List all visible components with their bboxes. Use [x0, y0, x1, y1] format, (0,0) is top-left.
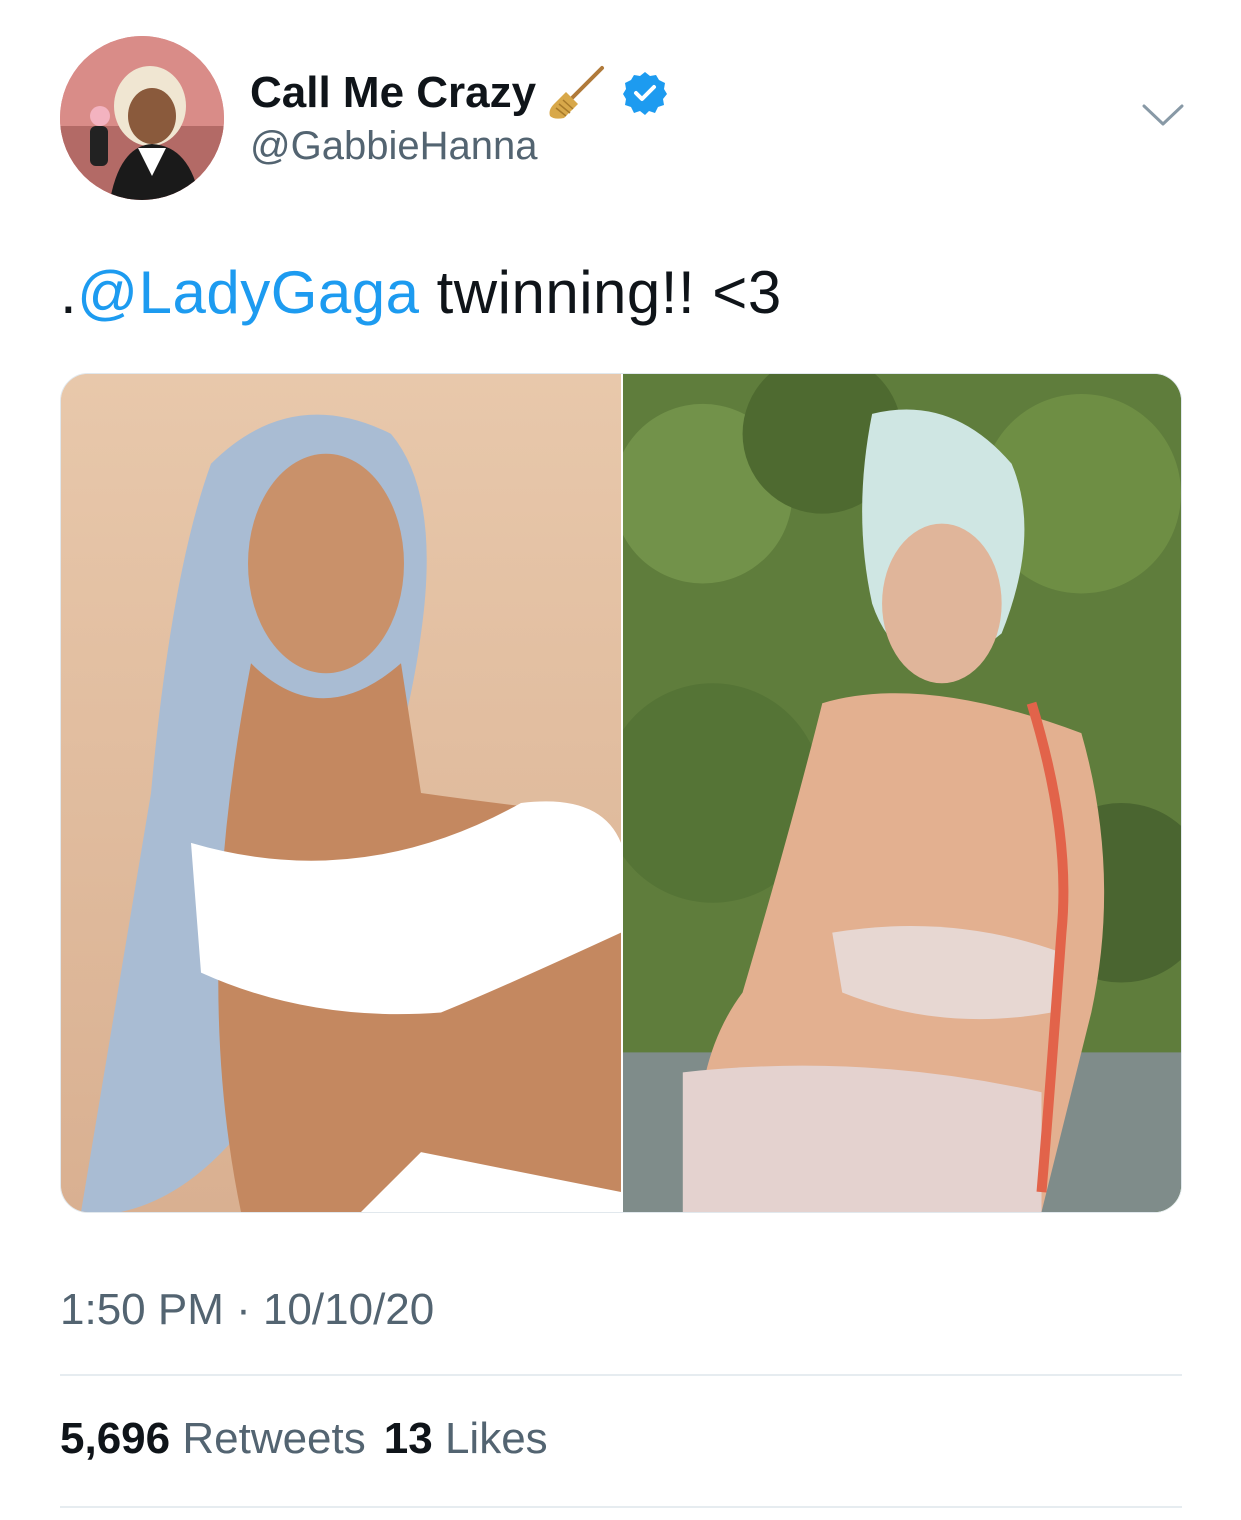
media-photo-right[interactable]	[623, 374, 1181, 1212]
author-avatar[interactable]	[60, 36, 224, 200]
tweet-stats: 5,696 Retweets 13 Likes	[60, 1414, 548, 1464]
tweet-text-prefix: .	[60, 259, 78, 326]
mention-link[interactable]: @LadyGaga	[77, 259, 419, 326]
likes-label: Likes	[444, 1414, 548, 1463]
divider	[60, 1506, 1182, 1508]
tweet-text-body: twinning!! <3	[419, 259, 782, 326]
retweets-stat[interactable]: 5,696 Retweets	[60, 1414, 366, 1463]
likes-count: 13	[383, 1414, 433, 1463]
tweet-timestamp[interactable]: 1:50 PM · 10/10/20	[60, 1285, 434, 1335]
author-display-name[interactable]: Call Me Crazy	[250, 68, 536, 118]
tweet-text: .@LadyGaga twinning!! <3	[60, 258, 782, 327]
media-photo-left[interactable]	[61, 374, 621, 1212]
retweets-count: 5,696	[60, 1414, 171, 1463]
broom-icon	[546, 62, 608, 124]
verified-badge-icon	[622, 70, 668, 116]
author-name-row[interactable]: Call Me Crazy	[250, 62, 668, 124]
avatar-image	[60, 36, 224, 200]
retweets-label: Retweets	[182, 1414, 366, 1463]
divider	[60, 1374, 1182, 1376]
chevron-down-icon[interactable]	[1140, 100, 1186, 130]
likes-stat[interactable]: 13 Likes	[384, 1414, 548, 1463]
tweet-media	[60, 373, 1182, 1213]
author-handle[interactable]: @GabbieHanna	[250, 124, 537, 169]
